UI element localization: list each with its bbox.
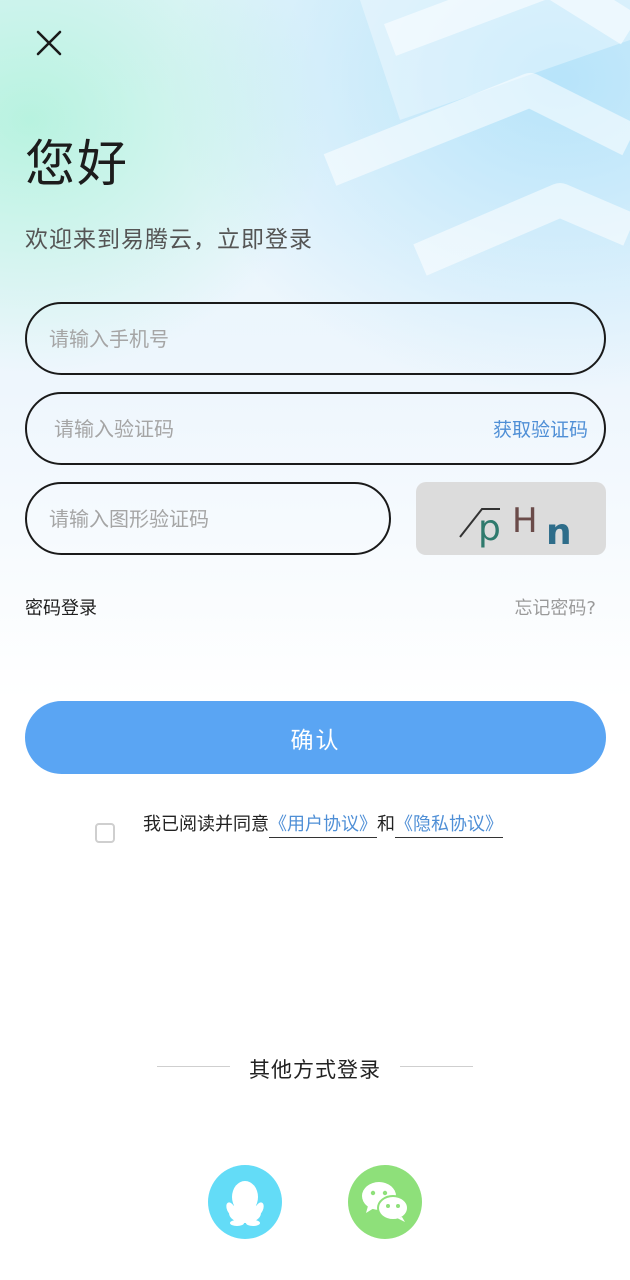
password-login-link[interactable]: 密码登录 bbox=[25, 594, 97, 620]
qq-login-button[interactable] bbox=[208, 1165, 282, 1239]
captcha-char-1: p bbox=[478, 508, 501, 549]
greeting-subtitle: 欢迎来到易腾云，立即登录 bbox=[25, 227, 313, 253]
sms-code-field[interactable]: 获取验证码 bbox=[25, 392, 606, 465]
close-button[interactable] bbox=[30, 24, 68, 62]
user-agreement-link[interactable]: 《用户协议》 bbox=[269, 814, 377, 838]
agreement-text: 我已阅读并同意《用户协议》和《隐私协议》 bbox=[143, 810, 503, 838]
wechat-icon bbox=[362, 1182, 409, 1222]
captcha-image[interactable]: p H n bbox=[416, 482, 606, 555]
get-code-button[interactable]: 获取验证码 bbox=[493, 415, 588, 442]
agreement-checkbox[interactable] bbox=[95, 823, 115, 843]
greeting-title: 您好 bbox=[25, 135, 129, 193]
phone-input[interactable] bbox=[47, 325, 604, 352]
image-code-field[interactable] bbox=[25, 482, 391, 555]
wechat-login-button[interactable] bbox=[348, 1165, 422, 1239]
other-login-divider: 其他方式登录 bbox=[0, 1054, 630, 1084]
confirm-button[interactable]: 确认 bbox=[25, 701, 606, 774]
agreement-prefix: 我已阅读并同意 bbox=[143, 814, 269, 835]
captcha-char-2: H bbox=[512, 501, 538, 541]
background-pattern bbox=[300, 0, 630, 320]
forgot-password-link[interactable]: 忘记密码? bbox=[514, 594, 596, 620]
divider-left bbox=[157, 1066, 230, 1067]
image-code-input[interactable] bbox=[47, 505, 389, 532]
other-login-label: 其他方式登录 bbox=[249, 1058, 381, 1082]
qq-icon bbox=[226, 1181, 264, 1226]
captcha-graphic: p H n bbox=[459, 501, 572, 553]
privacy-policy-link[interactable]: 《隐私协议》 bbox=[395, 814, 503, 838]
captcha-char-3: n bbox=[546, 512, 572, 553]
close-icon bbox=[36, 30, 62, 56]
divider-right bbox=[400, 1066, 473, 1067]
sms-code-input[interactable] bbox=[52, 415, 493, 442]
agreement-conjunction: 和 bbox=[377, 814, 395, 835]
phone-field[interactable] bbox=[25, 302, 606, 375]
